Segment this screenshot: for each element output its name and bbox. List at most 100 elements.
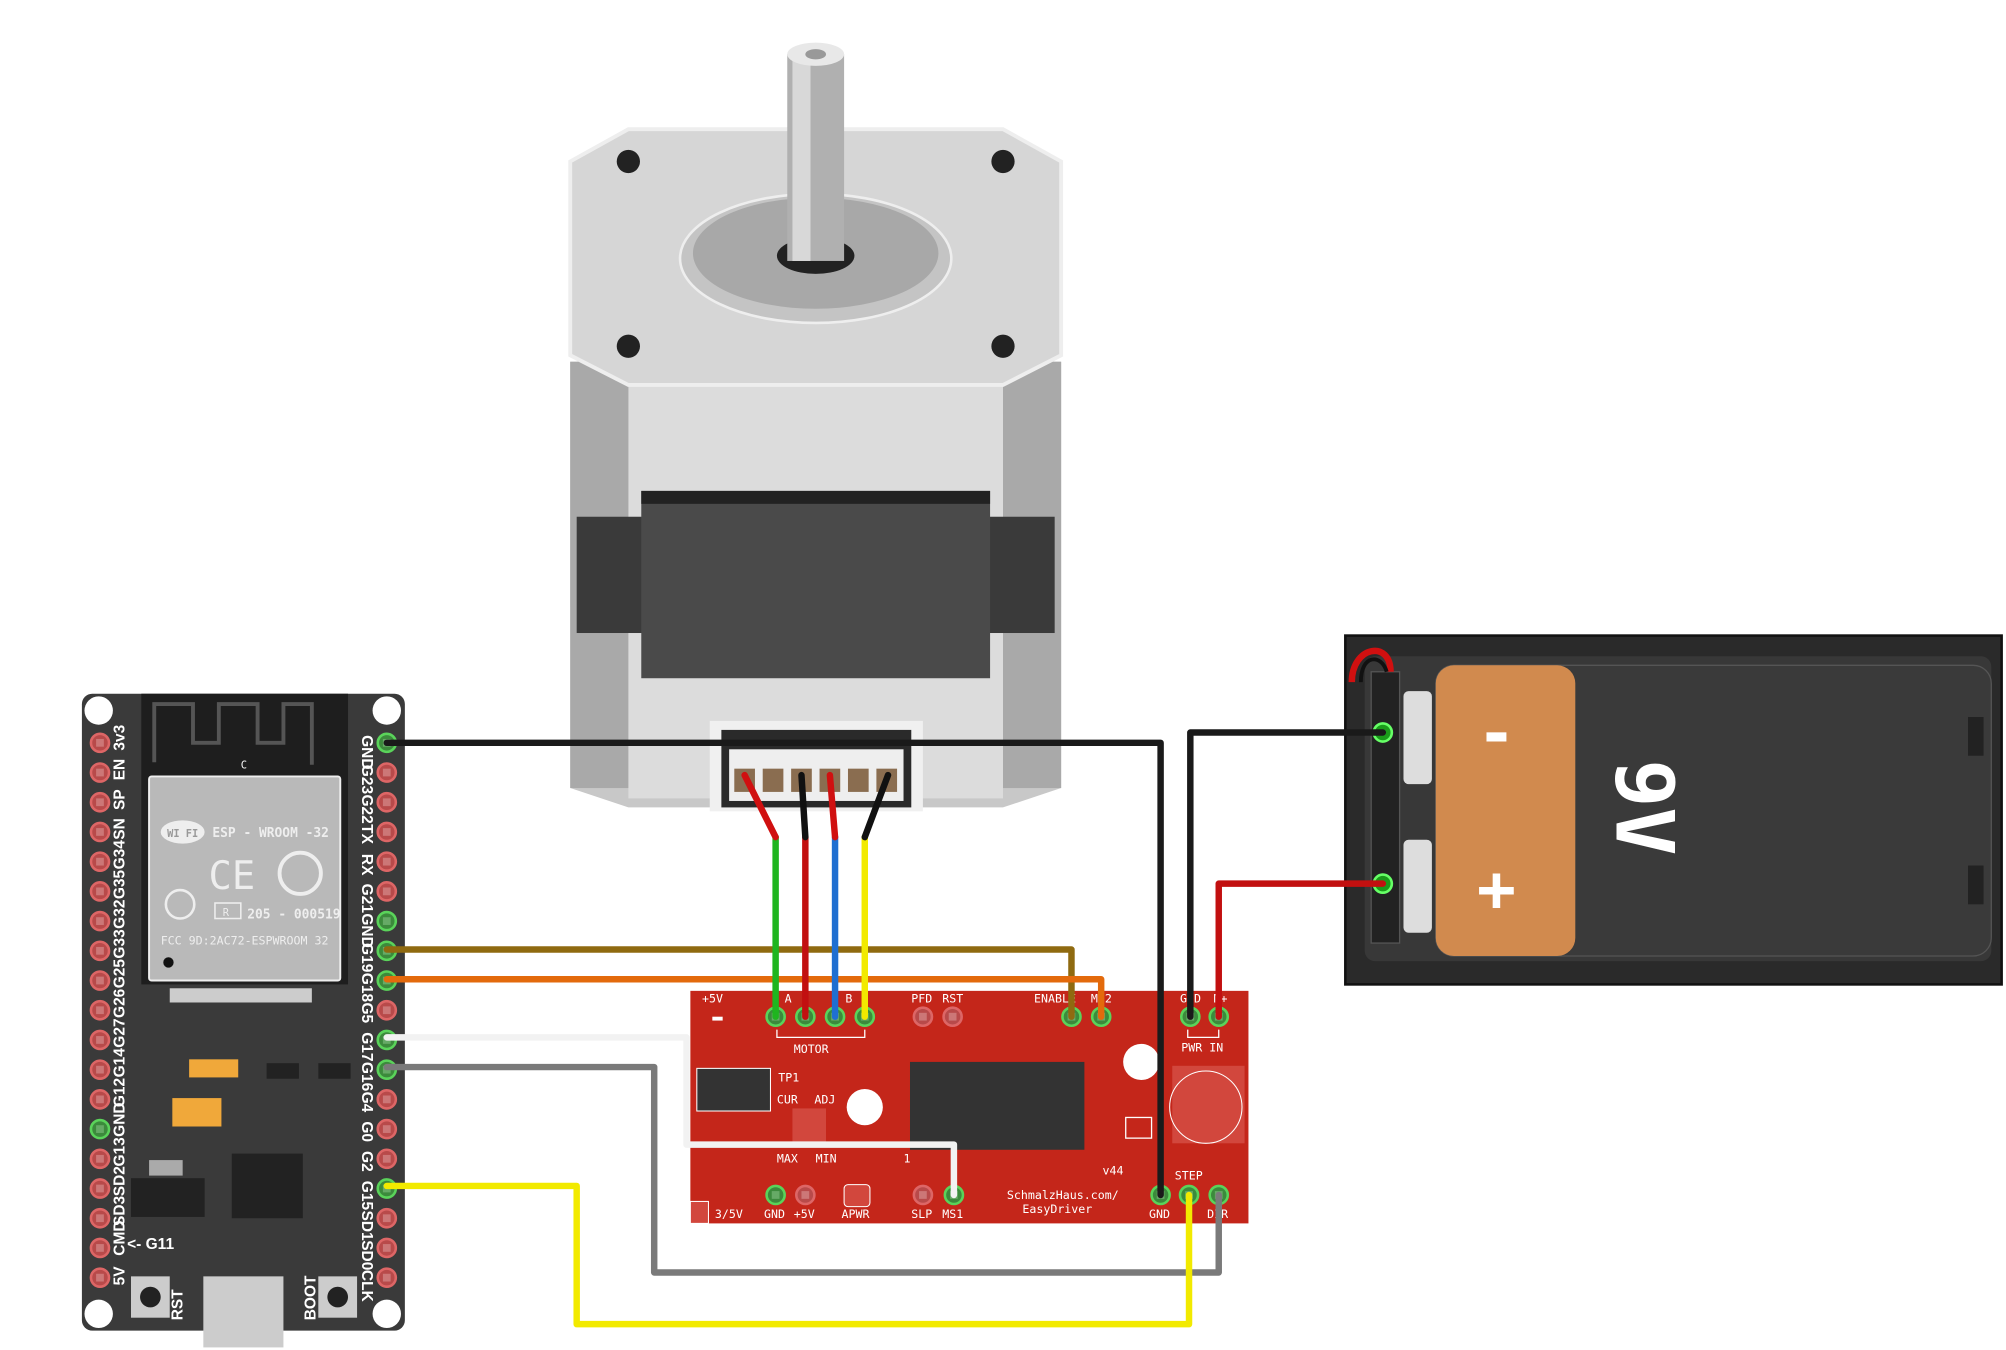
esp-pin-right-14-pad bbox=[382, 1154, 391, 1163]
esp-pin-label-left: G27 bbox=[112, 1018, 129, 1047]
esp-pin-left-12-pad bbox=[96, 1095, 104, 1104]
esp-pin-right-17-pad bbox=[382, 1244, 391, 1252]
esp-pin-label-left: G32 bbox=[112, 900, 129, 929]
battery-9v: - + 9V bbox=[1344, 634, 2003, 986]
esp-pin-label-right: G17 bbox=[358, 1032, 375, 1061]
label-pwr-in: PWR IN bbox=[1181, 1041, 1223, 1055]
battery-voltage-label: 9V bbox=[1598, 759, 1691, 855]
esp-pin-label-right: SD1 bbox=[358, 1210, 375, 1241]
label-35v: 3/5V bbox=[715, 1207, 743, 1221]
label-motor: MOTOR bbox=[794, 1042, 829, 1056]
brand-line2: EasyDriver bbox=[1022, 1202, 1092, 1216]
esp-pin-left-18-pad bbox=[96, 1273, 104, 1282]
esp-pin-right-1-pad bbox=[382, 768, 391, 777]
esp-pin-left-9-pad bbox=[96, 1006, 104, 1015]
esp-pin-left-11-pad bbox=[96, 1065, 104, 1074]
driver-pin-top-4-pad bbox=[919, 1012, 927, 1021]
esp-pin-label-right: G18 bbox=[358, 973, 375, 1003]
esp-pin-label-left: G25 bbox=[112, 959, 129, 989]
esp-pin-label-left: G14 bbox=[112, 1048, 129, 1078]
esp-pin-right-2-pad bbox=[382, 798, 391, 807]
esp-pin-label-left: G26 bbox=[112, 988, 129, 1018]
esp-pin-label-right: SD0 bbox=[358, 1240, 375, 1270]
esp-pin-left-1-pad bbox=[96, 768, 104, 777]
esp-pin-label-left: G13 bbox=[112, 1137, 129, 1167]
label-5v-top: +5V bbox=[702, 991, 723, 1005]
easydriver-board: +5V A B PFD RST ENABLE MS2 GND M+ MOTOR … bbox=[689, 990, 1249, 1224]
esp-pin-label-right: G5 bbox=[358, 1002, 375, 1023]
boot-label: BOOT bbox=[303, 1275, 320, 1320]
esp-pin-left-4-pad bbox=[96, 857, 104, 866]
esp-pin-label-left: SP bbox=[112, 789, 129, 810]
stepper-motor bbox=[568, 42, 1064, 812]
esp-pin-left-14-pad bbox=[96, 1154, 104, 1163]
label-apwr: APWR bbox=[842, 1207, 870, 1221]
label-adj: ADJ bbox=[814, 1092, 835, 1106]
esp-pin-left-16-pad bbox=[96, 1214, 104, 1223]
voltage-regulator bbox=[130, 1178, 205, 1217]
label-max: MAX bbox=[777, 1152, 798, 1166]
esp-pin-label-left: 5V bbox=[112, 1266, 129, 1286]
esp-pin-label-left: SD2 bbox=[112, 1166, 129, 1196]
esp-pin-right-13-pad bbox=[382, 1125, 391, 1133]
esp-pin-label-right: G16 bbox=[358, 1062, 375, 1092]
usb-port bbox=[203, 1276, 284, 1348]
esp-pin-label-right: G22 bbox=[358, 794, 375, 823]
brand-line1: SchmalzHaus.com/ bbox=[1007, 1188, 1119, 1202]
label-cur: CUR bbox=[777, 1092, 798, 1106]
driver-pin-bottom-2-pad bbox=[919, 1191, 927, 1199]
esp-pin-left-13-pad bbox=[96, 1125, 104, 1133]
esp-pin-label-right: G15 bbox=[358, 1181, 375, 1211]
esp-pin-right-18-pad bbox=[382, 1273, 391, 1282]
esp-pin-label-left: G33 bbox=[112, 929, 129, 959]
esp-pin-label-left: SN bbox=[112, 818, 129, 840]
battery-minus-label: - bbox=[1477, 697, 1516, 772]
label-min: MIN bbox=[816, 1152, 837, 1166]
esp-pin-left-15-pad bbox=[96, 1184, 104, 1193]
esp-pin-label-right: RX bbox=[358, 854, 375, 876]
esp32-board: C WI FI ESP - WROOM -32 CE R 205 - 00051… bbox=[81, 693, 405, 1348]
esp-pin-left-5-pad bbox=[96, 887, 104, 896]
wiring-diagram: - + 9V +5V A B PFD RST ENABLE MS2 GND M+… bbox=[0, 0, 2006, 1350]
esp-pin-right-12-pad bbox=[382, 1095, 391, 1104]
label-gnd-bottom: GND bbox=[764, 1207, 785, 1221]
label-ms1: MS1 bbox=[942, 1207, 963, 1221]
driver-pin-top-5-pad bbox=[948, 1012, 957, 1021]
esp-pin-label-left: G35 bbox=[112, 869, 129, 899]
battery-plus-label: + bbox=[1477, 852, 1516, 927]
esp-pin-right-6-pad bbox=[382, 917, 391, 925]
esp-pin-left-10-pad bbox=[96, 1036, 104, 1044]
label-version: v44 bbox=[1102, 1163, 1123, 1177]
module-name: ESP - WROOM -32 bbox=[212, 826, 329, 841]
esp-pin-label-right: CLK bbox=[358, 1270, 375, 1303]
esp-pin-left-17-pad bbox=[96, 1244, 104, 1252]
esp-pin-right-3-pad bbox=[382, 828, 391, 836]
esp-pin-left-3-pad bbox=[96, 828, 104, 836]
esp-pin-label-left: EN bbox=[112, 759, 129, 781]
esp-pin-right-4-pad bbox=[382, 857, 391, 866]
esp-pin-label-right: G0 bbox=[358, 1121, 375, 1142]
esp-pin-label-left: GND bbox=[112, 1102, 129, 1136]
esp-pin-right-16-pad bbox=[382, 1214, 391, 1223]
esp-pin-right-9-pad bbox=[382, 1006, 391, 1015]
label-one: 1 bbox=[904, 1152, 911, 1166]
esp-pin-left-0-pad bbox=[96, 738, 104, 747]
esp-pin-label-left: G34 bbox=[112, 840, 129, 870]
esp-pin-left-8-pad bbox=[96, 976, 104, 985]
esp-pin-left-7-pad bbox=[96, 946, 104, 955]
usb-uart-chip bbox=[231, 1153, 303, 1219]
diagram-canvas: - + 9V +5V A B PFD RST ENABLE MS2 GND M+… bbox=[81, 42, 2003, 1348]
esp-pin-label-right: G4 bbox=[358, 1092, 375, 1113]
motor-lead-black1 bbox=[798, 771, 809, 841]
g11-label: <- G11 bbox=[127, 1236, 174, 1253]
svg-text:R: R bbox=[223, 907, 230, 919]
label-5v-bottom: +5V bbox=[794, 1207, 815, 1221]
antenna-mark: C bbox=[241, 760, 247, 772]
fcc-id: FCC 9D:2AC72-ESPWROOM 32 bbox=[161, 933, 329, 947]
esp-pin-label-right: G19 bbox=[358, 943, 375, 973]
esp-pin-label-left: CMD bbox=[112, 1220, 129, 1255]
wifi-logo: WI FI bbox=[167, 828, 198, 840]
label-gnd2: GND bbox=[1149, 1207, 1170, 1221]
esp-pin-left-2-pad bbox=[96, 798, 104, 807]
esp-pin-left-6-pad bbox=[96, 917, 104, 925]
